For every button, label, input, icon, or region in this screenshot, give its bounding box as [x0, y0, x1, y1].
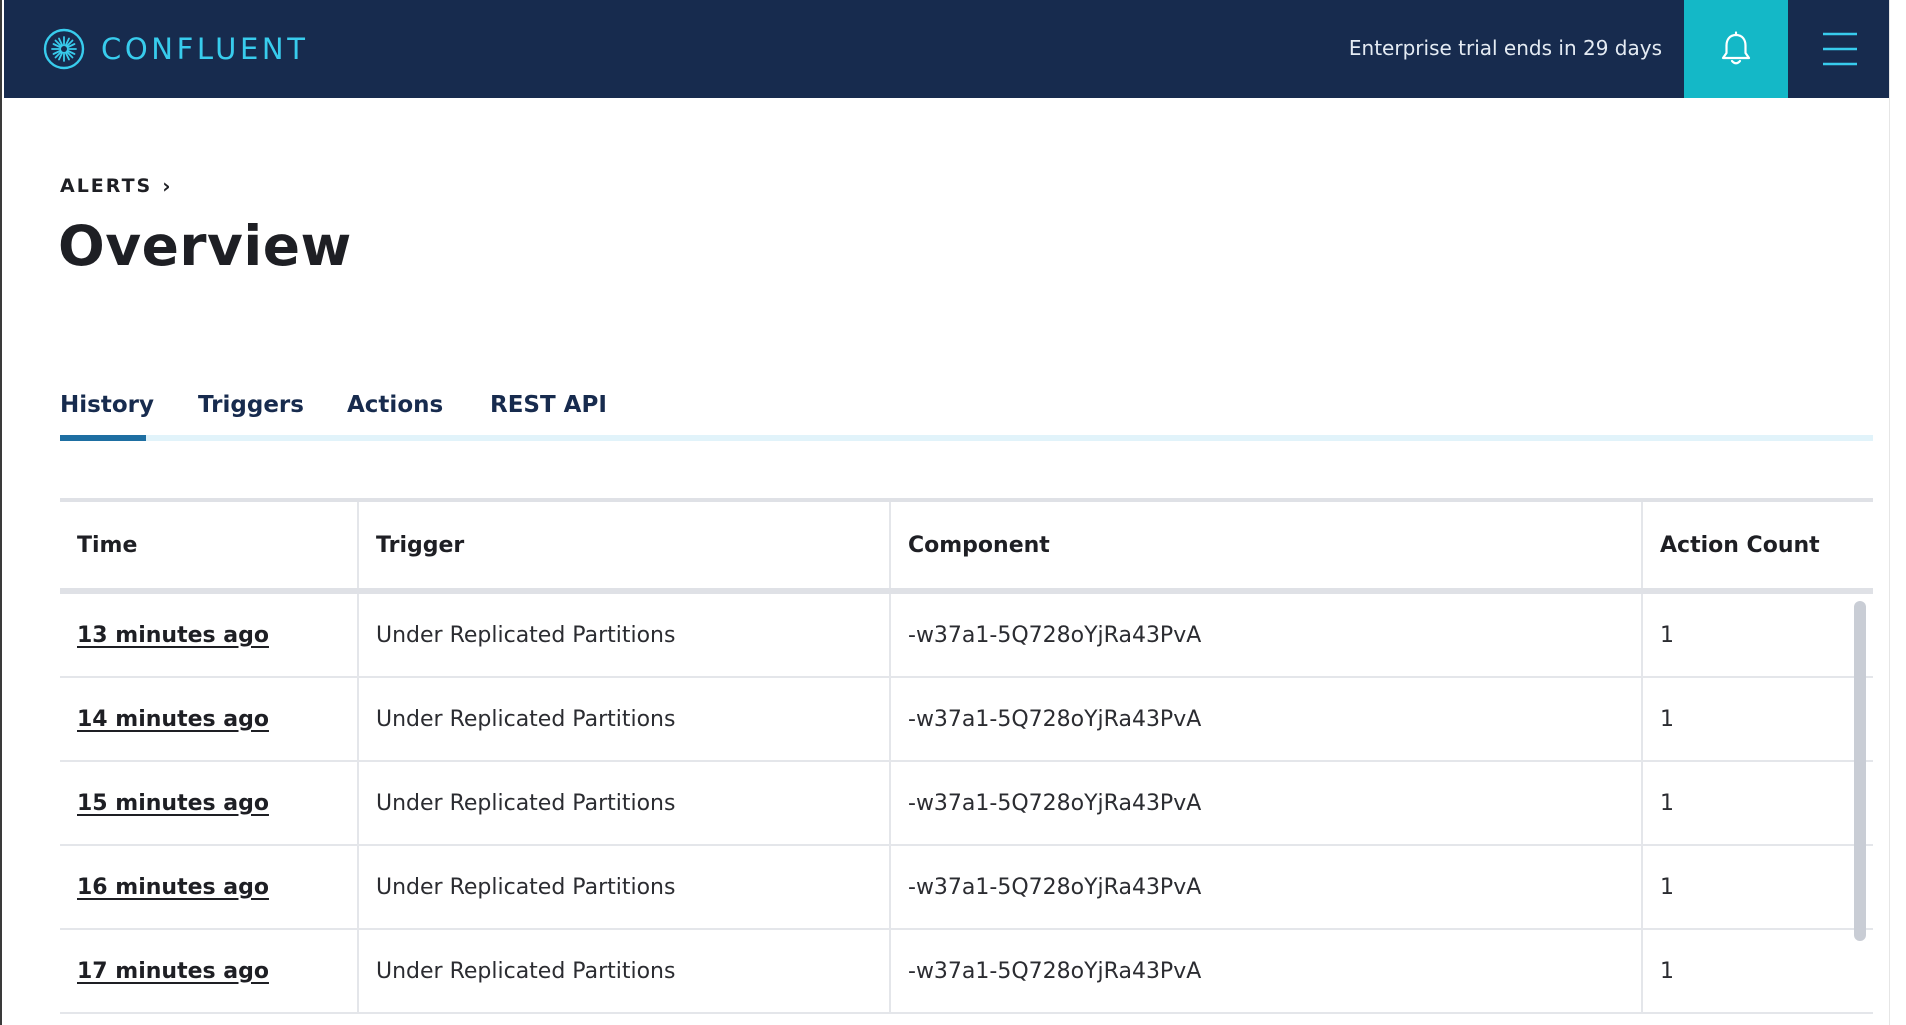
time-cell: 13 minutes ago: [60, 591, 359, 678]
tab-history-label: History: [60, 392, 154, 418]
tab-bar: History Triggers Actions REST API: [60, 388, 1873, 444]
time-link[interactable]: 17 minutes ago: [77, 959, 269, 984]
tab-triggers-label: Triggers: [198, 392, 304, 418]
time-cell: 16 minutes ago: [60, 845, 359, 930]
time-link[interactable]: 14 minutes ago: [77, 707, 269, 732]
table-row: 16 minutes ago Under Replicated Partitio…: [60, 845, 1873, 930]
tab-rest-api-label: REST API: [490, 392, 607, 418]
trigger-cell: Under Replicated Partitions: [358, 845, 891, 930]
table-row: 17 minutes ago Under Replicated Partitio…: [60, 929, 1873, 1014]
bell-icon: [1721, 31, 1751, 65]
time-link[interactable]: 15 minutes ago: [77, 791, 269, 816]
tab-history[interactable]: History: [60, 388, 154, 441]
trigger-cell: Under Replicated Partitions: [358, 677, 891, 762]
time-link[interactable]: 16 minutes ago: [77, 875, 269, 900]
tab-track: [60, 435, 1873, 441]
active-tab-indicator: [60, 435, 146, 441]
page-title: Overview: [58, 214, 352, 278]
confluent-logo[interactable]: CONFLUENT: [43, 26, 309, 72]
time-cell: 17 minutes ago: [60, 929, 359, 1014]
component-cell: -w37a1-5Q728oYjRa43PvA: [890, 677, 1643, 762]
component-cell: -w37a1-5Q728oYjRa43PvA: [890, 761, 1643, 846]
action-count-cell: 1: [1642, 929, 1873, 1014]
tab-actions[interactable]: Actions: [347, 388, 443, 441]
trial-status-text: Enterprise trial ends in 29 days: [1348, 36, 1662, 60]
column-header-action-count[interactable]: Action Count: [1642, 502, 1873, 594]
trigger-cell: Under Replicated Partitions: [358, 591, 891, 678]
top-nav-bar: CONFLUENT Enterprise trial ends in 29 da…: [4, 0, 1892, 98]
tab-triggers[interactable]: Triggers: [198, 388, 304, 441]
trigger-cell: Under Replicated Partitions: [358, 929, 891, 1014]
table-row: 13 minutes ago Under Replicated Partitio…: [60, 591, 1873, 678]
time-link[interactable]: 13 minutes ago: [77, 623, 269, 648]
breadcrumb-alerts-link[interactable]: ALERTS: [60, 175, 152, 197]
table-row: 14 minutes ago Under Replicated Partitio…: [60, 677, 1873, 762]
table-scrollbar[interactable]: [1854, 601, 1866, 941]
hamburger-menu-icon: [1823, 32, 1857, 66]
component-cell: -w37a1-5Q728oYjRa43PvA: [890, 591, 1643, 678]
table-header-row: Time Trigger Component Action Count: [60, 502, 1873, 594]
app-window: CONFLUENT Enterprise trial ends in 29 da…: [0, 0, 1906, 1025]
action-count-cell: 1: [1642, 677, 1873, 762]
column-header-trigger[interactable]: Trigger: [358, 502, 891, 594]
main-menu-button[interactable]: [1788, 0, 1892, 98]
breadcrumb: ALERTS ›: [60, 174, 170, 198]
logo-text: CONFLUENT: [101, 32, 309, 66]
time-cell: 14 minutes ago: [60, 677, 359, 762]
action-count-cell: 1: [1642, 591, 1873, 678]
alert-history-table: Time Trigger Component Action Count 13 m…: [60, 498, 1873, 1025]
time-cell: 15 minutes ago: [60, 761, 359, 846]
chevron-right-icon: ›: [162, 174, 171, 198]
table-row: 15 minutes ago Under Replicated Partitio…: [60, 761, 1873, 846]
window-scroll-gutter: [1889, 0, 1906, 1025]
component-cell: -w37a1-5Q728oYjRa43PvA: [890, 929, 1643, 1014]
column-header-time[interactable]: Time: [60, 502, 359, 594]
action-count-cell: 1: [1642, 845, 1873, 930]
tab-rest-api[interactable]: REST API: [490, 388, 607, 441]
notifications-button[interactable]: [1684, 0, 1788, 98]
component-cell: -w37a1-5Q728oYjRa43PvA: [890, 845, 1643, 930]
trigger-cell: Under Replicated Partitions: [358, 761, 891, 846]
tab-actions-label: Actions: [347, 392, 444, 418]
confluent-logo-icon: [43, 28, 85, 70]
column-header-component[interactable]: Component: [890, 502, 1643, 594]
action-count-cell: 1: [1642, 761, 1873, 846]
